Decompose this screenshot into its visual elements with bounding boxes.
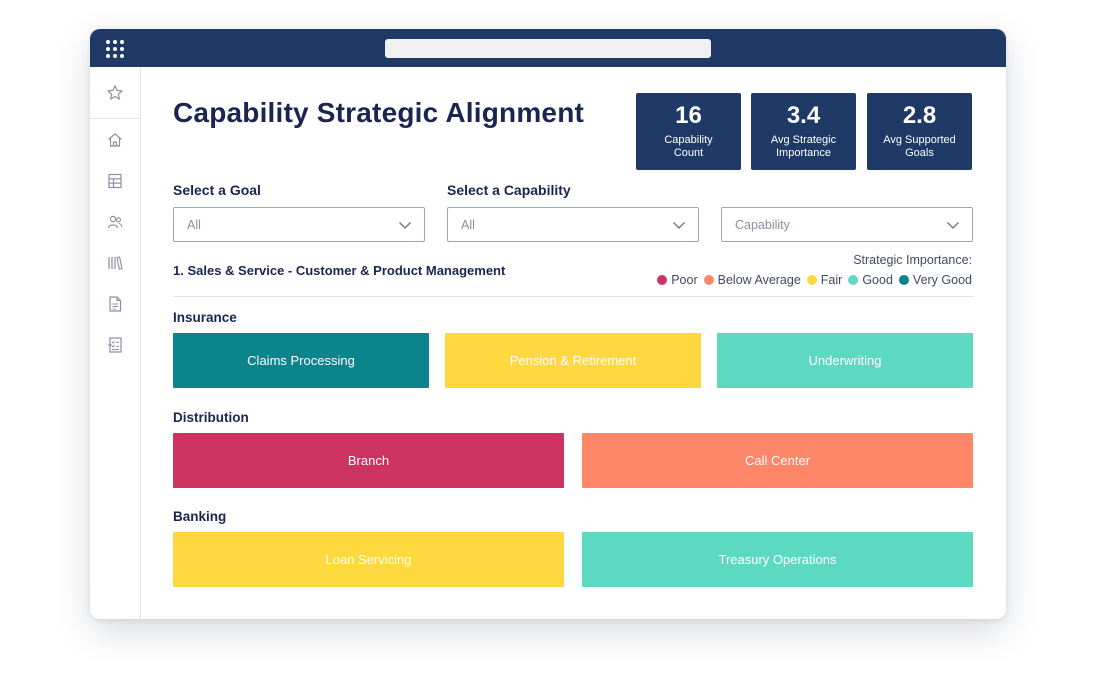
- legend-label: Good: [862, 273, 893, 287]
- group-label-distribution: Distribution: [173, 410, 249, 425]
- users-icon[interactable]: [106, 213, 124, 231]
- capability-tile-claims-processing[interactable]: Claims Processing: [173, 333, 429, 388]
- capability-tile-treasury-operations[interactable]: Treasury Operations: [582, 532, 973, 587]
- page-title: Capability Strategic Alignment: [173, 97, 585, 128]
- tile-label: Claims Processing: [247, 353, 355, 368]
- table-icon[interactable]: [106, 172, 124, 190]
- star-icon[interactable]: [106, 84, 124, 102]
- tile-label: Treasury Operations: [718, 552, 837, 567]
- legend: Poor Below Average Fair Good Very Good: [651, 273, 972, 287]
- capability-tile-underwriting[interactable]: Underwriting: [717, 333, 973, 388]
- section-divider: [173, 296, 973, 297]
- sidebar: [90, 67, 141, 619]
- chevron-down-icon: [673, 222, 685, 229]
- section-title: 1. Sales & Service - Customer & Product …: [173, 263, 506, 278]
- sidebar-divider: [90, 118, 141, 119]
- tile-label: Loan Servicing: [325, 552, 412, 567]
- legend-title: Strategic Importance:: [853, 253, 972, 267]
- app-window: Capability Strategic Alignment 16 Capabi…: [90, 29, 1006, 619]
- kpi-label: Avg Strategic Importance: [770, 134, 837, 159]
- grid-icon[interactable]: [106, 40, 124, 58]
- legend-label: Fair: [820, 273, 843, 287]
- title-bar: [90, 29, 1006, 67]
- kpi-value: 16: [675, 102, 702, 129]
- capability-tile-loan-servicing[interactable]: Loan Servicing: [173, 532, 564, 587]
- goal-filter-label: Select a Goal: [173, 182, 261, 198]
- main-content: Capability Strategic Alignment 16 Capabi…: [141, 67, 1006, 619]
- group-label-insurance: Insurance: [173, 310, 237, 325]
- legend-dot: [657, 275, 668, 285]
- legend-label: Poor: [671, 273, 698, 287]
- legend-dot: [848, 275, 859, 285]
- capability-type-select[interactable]: Capability: [721, 207, 973, 242]
- kpi-label: Avg Supported Goals: [883, 134, 956, 159]
- kpi-value: 3.4: [786, 102, 821, 129]
- kpi-avg-supported-goals: 2.8 Avg Supported Goals: [867, 93, 972, 170]
- legend-item-poor: Poor: [657, 273, 698, 287]
- home-icon[interactable]: [106, 131, 124, 149]
- capability-tile-pension-retirement[interactable]: Pension & Retirement: [445, 333, 701, 388]
- tile-label: Underwriting: [808, 353, 882, 368]
- legend-item-below-average: Below Average: [703, 273, 801, 287]
- capability-select[interactable]: All: [447, 207, 699, 242]
- legend-label: Very Good: [912, 273, 972, 287]
- tile-label: Pension & Retirement: [509, 353, 637, 368]
- chevron-down-icon: [947, 222, 959, 229]
- chevron-down-icon: [399, 222, 411, 229]
- capability-select-value: All: [461, 218, 475, 232]
- kpi-avg-strategic-importance: 3.4 Avg Strategic Importance: [751, 93, 856, 170]
- goal-select-value: All: [187, 218, 201, 232]
- legend-item-very-good: Very Good: [898, 273, 972, 287]
- document-icon[interactable]: [106, 295, 124, 313]
- tile-label: Call Center: [744, 453, 811, 468]
- library-icon[interactable]: [106, 254, 124, 272]
- kpi-value: 2.8: [902, 102, 937, 129]
- address-bar[interactable]: [385, 39, 711, 58]
- legend-dot: [806, 275, 817, 285]
- legend-label: Below Average: [717, 273, 801, 287]
- checklist-icon[interactable]: [106, 336, 124, 354]
- legend-dot: [898, 275, 909, 285]
- kpi-capability-count: 16 Capability Count: [636, 93, 741, 170]
- legend-item-good: Good: [848, 273, 893, 287]
- legend-item-fair: Fair: [806, 273, 843, 287]
- goal-select[interactable]: All: [173, 207, 425, 242]
- capability-filter-label: Select a Capability: [447, 182, 571, 198]
- tile-label: Branch: [347, 453, 390, 468]
- legend-dot: [703, 275, 714, 285]
- capability-tile-call-center[interactable]: Call Center: [582, 433, 973, 488]
- capability-tile-branch[interactable]: Branch: [173, 433, 564, 488]
- kpi-label: Capability Count: [664, 134, 713, 159]
- group-label-banking: Banking: [173, 509, 227, 524]
- capability-type-select-value: Capability: [735, 218, 790, 232]
